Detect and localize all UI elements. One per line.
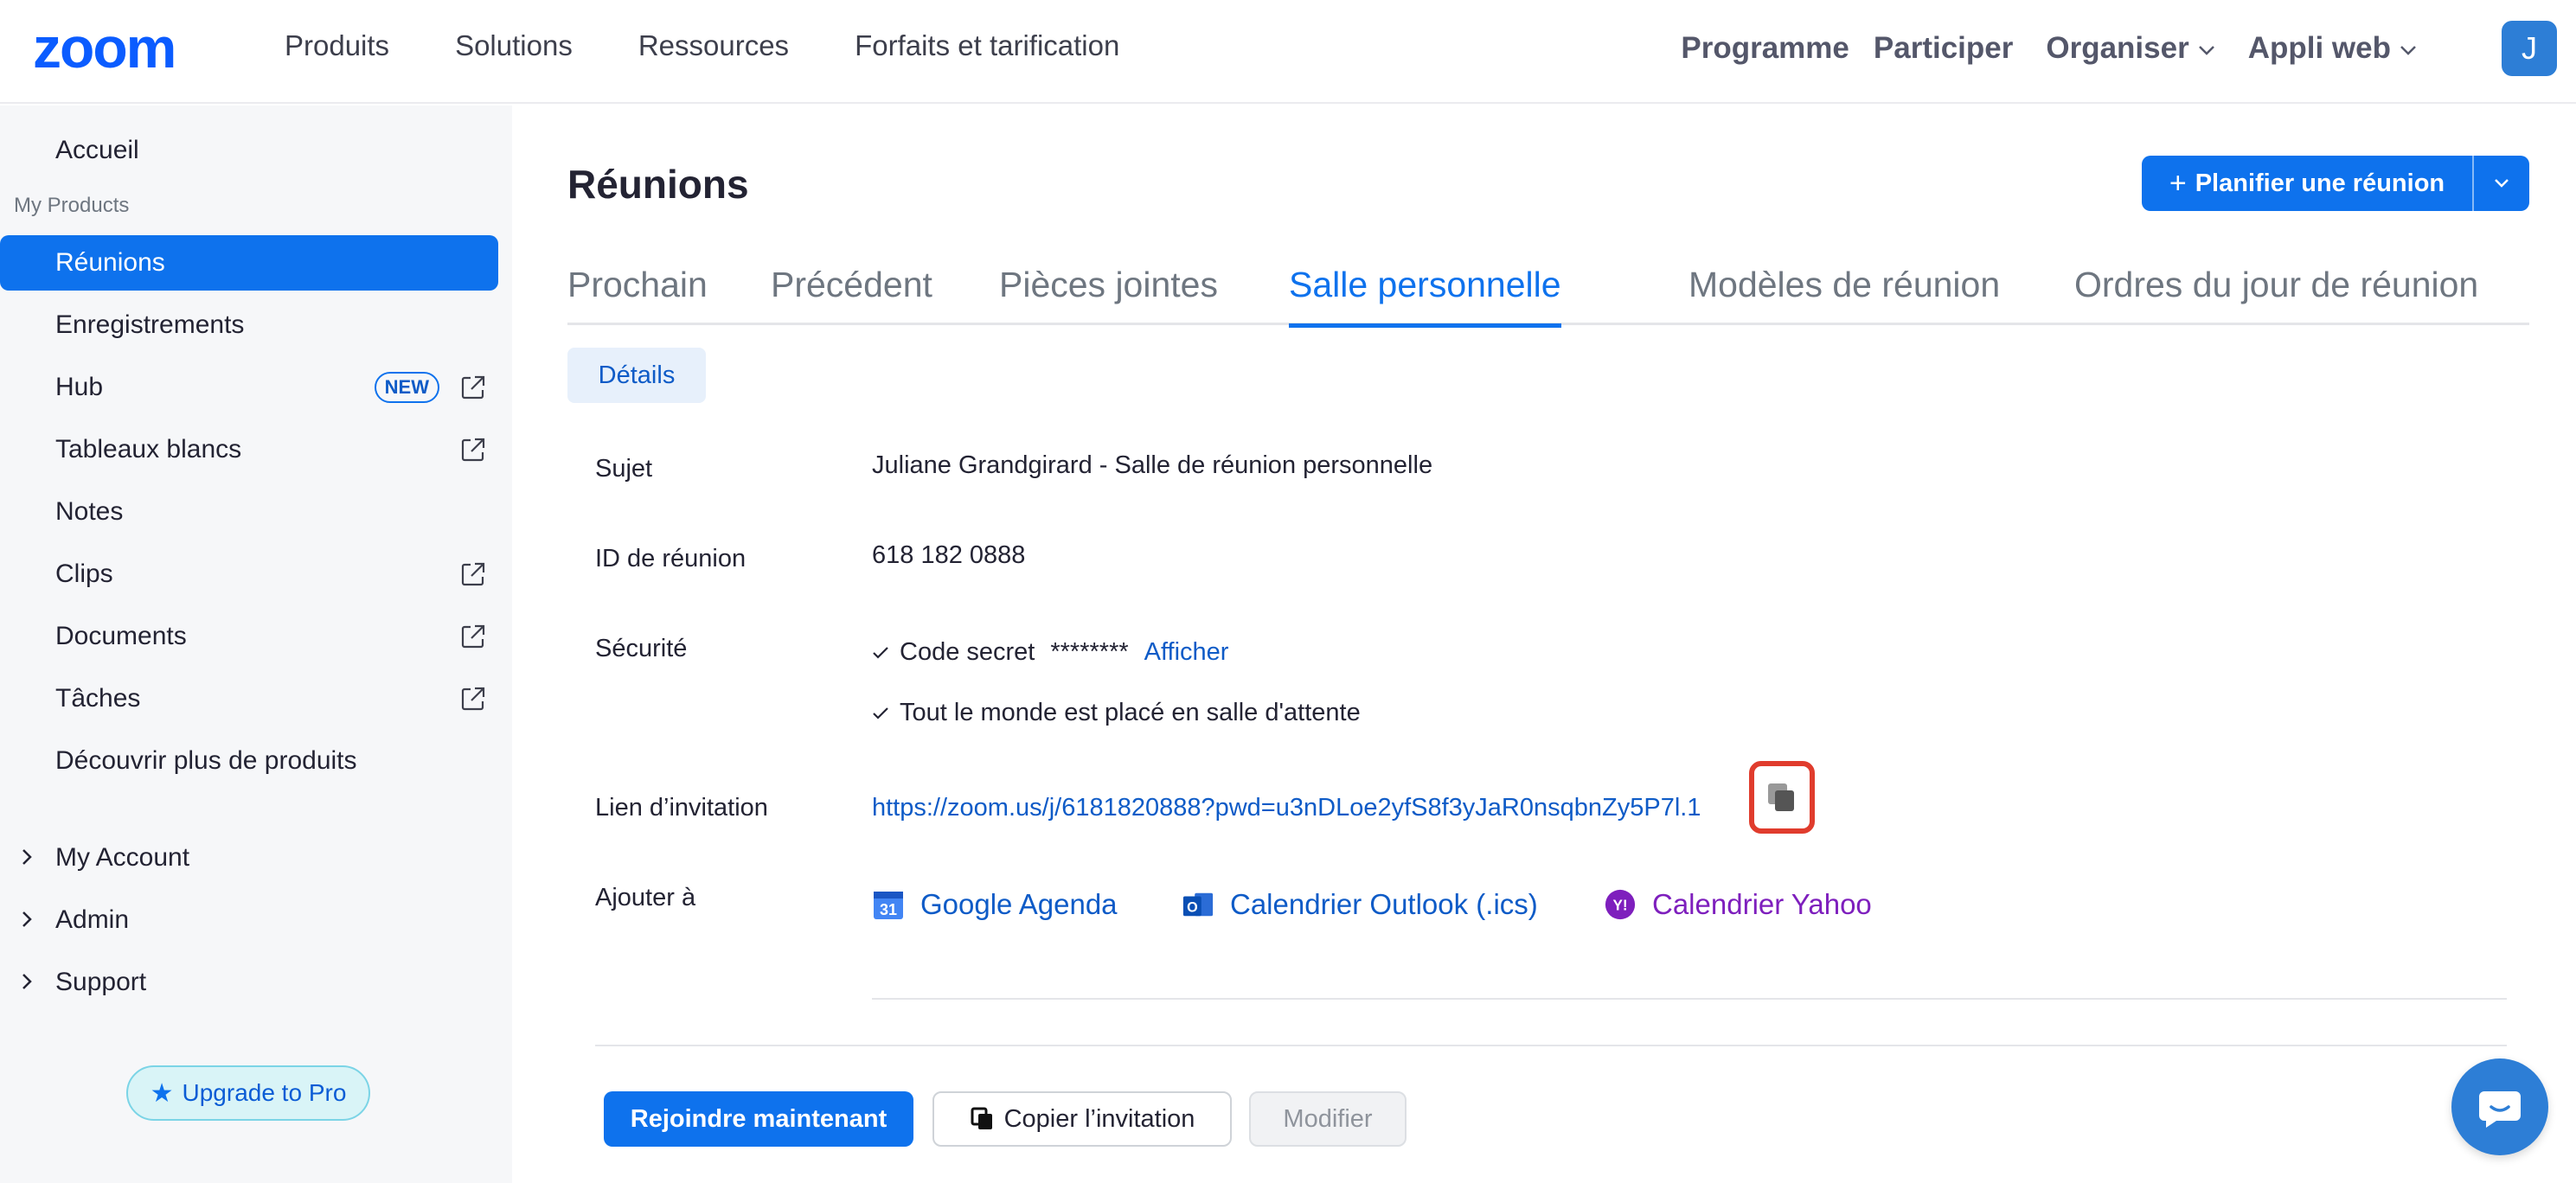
google-calendar-link[interactable]: 31 Google Agenda — [872, 879, 1118, 930]
top-navigation: zoom Produits Solutions Ressources Forfa… — [0, 0, 2576, 104]
outlook-calendar-link[interactable]: O Calendrier Outlook (.ics) — [1182, 879, 1538, 930]
nav-organiser[interactable]: Organiser — [2046, 31, 2214, 66]
chevron-down-icon — [2495, 179, 2509, 188]
chat-icon — [2479, 1091, 2521, 1128]
sidebar-item-accueil[interactable]: Accueil — [0, 123, 498, 178]
check-icon — [872, 700, 889, 726]
invite-link-label: Lien d’invitation — [595, 794, 768, 822]
chevron-right-icon — [21, 908, 33, 935]
nav-appli-web[interactable]: Appli web — [2248, 31, 2417, 66]
tab-prochain[interactable]: Prochain — [567, 244, 708, 325]
meeting-id-value: 618 182 0888 — [872, 541, 1026, 569]
divider — [595, 1045, 2507, 1046]
new-badge: NEW — [374, 372, 439, 403]
sidebar-item-reunions[interactable]: Réunions — [0, 235, 498, 291]
external-link-icon — [461, 438, 485, 462]
chevron-right-icon — [21, 846, 33, 873]
google-calendar-icon: 31 — [872, 888, 905, 921]
edit-button[interactable]: Modifier — [1249, 1091, 1407, 1147]
sidebar-item-tableaux-blancs[interactable]: Tableaux blancs — [0, 422, 498, 477]
add-to-label: Ajouter à — [595, 884, 696, 911]
primary-nav: Produits Solutions Ressources Forfaits e… — [285, 0, 1119, 92]
sidebar-item-enregistrements[interactable]: Enregistrements — [0, 297, 498, 353]
plus-icon: + — [2169, 166, 2187, 200]
chat-support-button[interactable] — [2451, 1058, 2548, 1155]
waiting-room-row: Tout le monde est placé en salle d'atten… — [872, 699, 1361, 727]
subject-label: Sujet — [595, 455, 653, 483]
sidebar-section-caption: My Products — [14, 194, 130, 217]
passcode-label: Code secret — [900, 638, 1035, 666]
svg-text:31: 31 — [880, 901, 897, 918]
nav-solutions[interactable]: Solutions — [455, 29, 573, 62]
outlook-icon: O — [1182, 888, 1214, 921]
security-label: Sécurité — [595, 635, 688, 662]
main-content: Réunions + Planifier une réunion Prochai… — [512, 106, 2576, 1183]
zoom-logo[interactable]: zoom — [33, 24, 225, 73]
nav-produits[interactable]: Produits — [285, 29, 389, 62]
sidebar-item-hub[interactable]: Hub NEW — [0, 360, 498, 415]
meeting-id-label: ID de réunion — [595, 545, 747, 572]
copy-icon — [1768, 783, 1794, 811]
nav-participer[interactable]: Participer — [1874, 31, 2013, 66]
passcode-mask: ******** — [1050, 638, 1129, 666]
show-passcode-link[interactable]: Afficher — [1144, 638, 1229, 667]
sidebar-group-support[interactable]: Support — [0, 955, 498, 1010]
external-link-icon — [461, 624, 485, 649]
divider — [872, 998, 2507, 1000]
page-title: Réunions — [567, 162, 749, 207]
copy-icon — [971, 1107, 992, 1129]
user-avatar[interactable]: J — [2502, 21, 2557, 76]
tab-pieces-jointes[interactable]: Pièces jointes — [999, 244, 1218, 325]
schedule-meeting-button[interactable]: + Planifier une réunion — [2142, 156, 2529, 211]
chevron-down-icon — [2198, 39, 2215, 61]
sidebar-item-clips[interactable]: Clips — [0, 547, 498, 602]
schedule-dropdown-toggle[interactable] — [2474, 177, 2529, 189]
yahoo-calendar-link[interactable]: Y! Calendrier Yahoo — [1604, 879, 1872, 930]
sidebar-item-notes[interactable]: Notes — [0, 484, 498, 540]
external-link-icon — [461, 687, 485, 711]
nav-ressources[interactable]: Ressources — [638, 29, 789, 62]
invite-link-url[interactable]: https://zoom.us/j/6181820888?pwd=u3nDLoe… — [872, 794, 1739, 822]
subject-value: Juliane Grandgirard - Salle de réunion p… — [872, 451, 1433, 479]
sidebar-group-admin[interactable]: Admin — [0, 892, 498, 948]
passcode-row: Code secret ******** Afficher — [872, 638, 1228, 667]
yahoo-icon: Y! — [1604, 888, 1637, 921]
svg-text:O: O — [1187, 900, 1198, 916]
nav-forfaits[interactable]: Forfaits et tarification — [855, 29, 1119, 62]
tab-precedent[interactable]: Précédent — [771, 244, 932, 325]
sidebar-item-decouvrir[interactable]: Découvrir plus de produits — [0, 733, 498, 789]
secondary-nav: Programme Participer Organiser Appli web… — [1681, 0, 2576, 97]
copy-invitation-button[interactable]: Copier l’invitation — [932, 1091, 1232, 1147]
tab-modeles[interactable]: Modèles de réunion — [1688, 244, 2000, 325]
tab-salle-personnelle[interactable]: Salle personnelle — [1289, 244, 1561, 328]
join-now-button[interactable]: Rejoindre maintenant — [604, 1091, 913, 1147]
external-link-icon — [461, 375, 485, 400]
details-chip[interactable]: Détails — [567, 348, 706, 403]
nav-programme[interactable]: Programme — [1681, 31, 1849, 66]
meeting-tabs: Prochain Précédent Pièces jointes Salle … — [567, 244, 2529, 328]
chevron-right-icon — [21, 970, 33, 997]
external-link-icon — [461, 562, 485, 586]
copy-link-button[interactable] — [1758, 773, 1806, 822]
upgrade-to-pro-button[interactable]: ★ Upgrade to Pro — [126, 1065, 370, 1121]
check-icon — [872, 639, 889, 666]
sidebar-group-my-account[interactable]: My Account — [0, 830, 498, 886]
sidebar-item-documents[interactable]: Documents — [0, 609, 498, 664]
sidebar: Accueil My Products Réunions Enregistrem… — [0, 106, 512, 1183]
chevron-down-icon — [2400, 39, 2417, 61]
svg-text:Y!: Y! — [1612, 898, 1627, 914]
sidebar-item-taches[interactable]: Tâches — [0, 671, 498, 726]
tab-ordres-du-jour[interactable]: Ordres du jour de réunion — [2074, 244, 2478, 325]
svg-text:zoom: zoom — [33, 24, 175, 73]
star-icon: ★ — [150, 1078, 174, 1108]
waiting-room-text: Tout le monde est placé en salle d'atten… — [900, 699, 1361, 726]
schedule-meeting-main[interactable]: + Planifier une réunion — [2142, 156, 2474, 211]
